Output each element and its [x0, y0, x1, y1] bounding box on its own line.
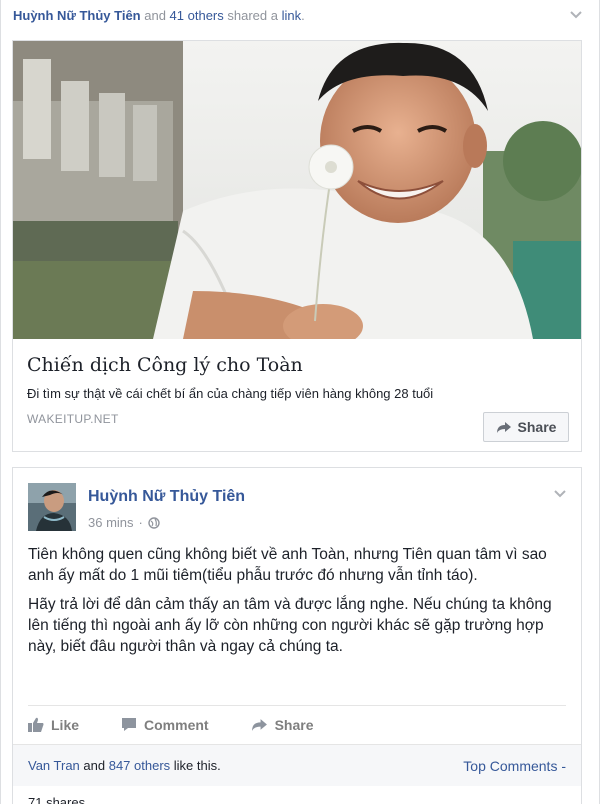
share-arrow-icon — [496, 421, 511, 433]
post-meta: 36 mins · — [88, 515, 160, 530]
post-body: Tiên không quen cũng không biết về anh T… — [28, 544, 568, 665]
liker-link[interactable]: Van Tran — [28, 758, 80, 773]
story-header: Huỳnh Nữ Thủy Tiên and 41 others shared … — [13, 8, 305, 23]
object-link[interactable]: link — [282, 8, 302, 23]
news-feed-story: Huỳnh Nữ Thủy Tiên and 41 others shared … — [0, 0, 600, 804]
link-title[interactable]: Chiến dịch Công lý cho Toàn — [27, 354, 303, 376]
likes-text: Van Tran and 847 others like this. — [28, 758, 221, 773]
shares-count[interactable]: 71 shares — [28, 795, 85, 804]
chevron-down-icon[interactable] — [569, 9, 583, 21]
link-domain: WAKEITUP.NET — [27, 412, 119, 426]
share-button[interactable]: Share — [483, 412, 569, 442]
others-link[interactable]: 41 others — [170, 8, 224, 23]
share-arrow-icon — [251, 718, 267, 731]
globe-icon[interactable] — [148, 516, 160, 529]
link-preview-image[interactable] — [13, 41, 581, 339]
likers-others-link[interactable]: 847 others — [109, 758, 170, 773]
meta-separator: · — [138, 515, 143, 530]
post-author[interactable]: Huỳnh Nữ Thủy Tiên — [88, 488, 245, 506]
post-paragraph: Tiên không quen cũng không biết về anh T… — [28, 546, 547, 584]
avatar[interactable] — [28, 483, 76, 531]
chevron-down-icon[interactable] — [553, 488, 567, 500]
post-actions: Like Comment Share — [28, 705, 566, 743]
likes-summary: Van Tran and 847 others like this. Top C… — [13, 744, 581, 786]
share-button-label: Share — [517, 419, 557, 435]
top-comments-dropdown[interactable]: Top Comments ‑ — [463, 758, 566, 774]
like-button-label: Like — [51, 716, 80, 733]
share-button-label: Share — [274, 716, 314, 733]
comment-button-label: Comment — [144, 716, 209, 733]
actor-link[interactable]: Huỳnh Nữ Thủy Tiên — [13, 8, 141, 23]
link-description: Đi tìm sự thật về cái chết bí ẩn của chà… — [27, 386, 434, 401]
post-paragraph: Hãy trả lời để dân cảm thấy an tâm và đư… — [28, 596, 552, 655]
like-button[interactable]: Like — [28, 717, 79, 733]
embedded-post: Huỳnh Nữ Thủy Tiên 36 mins · Tiên không … — [12, 467, 582, 804]
link-preview-card[interactable]: Chiến dịch Công lý cho Toàn Đi tìm sự th… — [12, 40, 582, 452]
like-icon — [28, 717, 44, 732]
comment-button[interactable]: Comment — [121, 717, 209, 733]
comment-icon — [122, 718, 137, 731]
post-share-button[interactable]: Share — [251, 717, 314, 733]
post-timestamp[interactable]: 36 mins — [88, 515, 134, 530]
